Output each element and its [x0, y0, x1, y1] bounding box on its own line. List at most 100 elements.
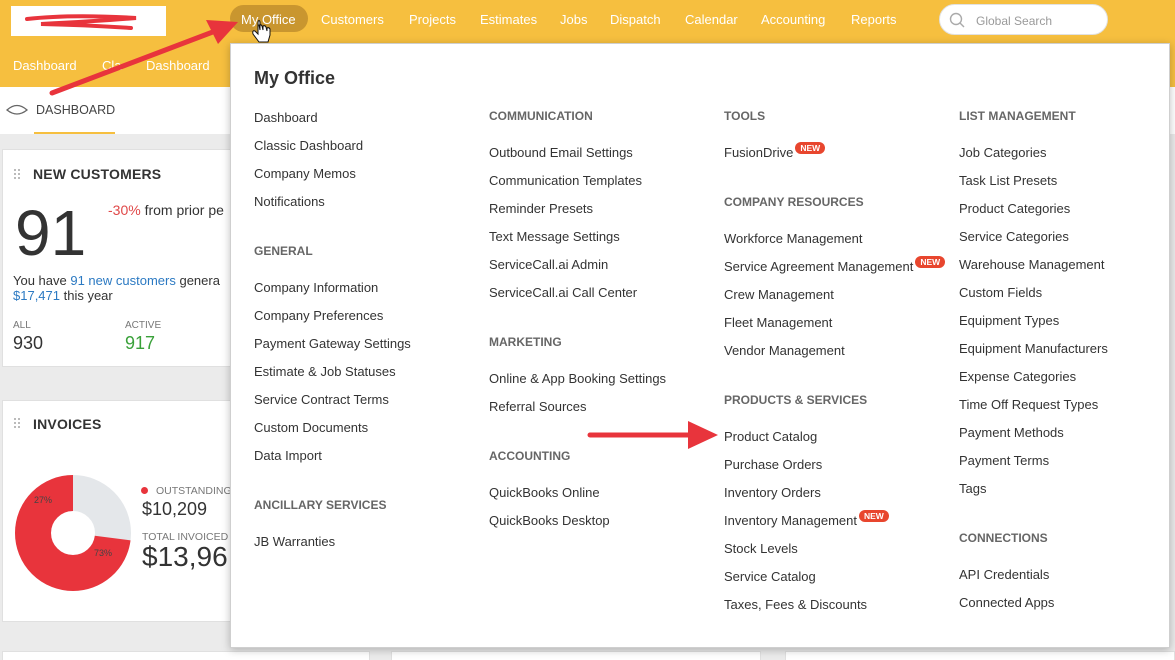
menu-item-workforce-management[interactable]: Workforce Management	[724, 231, 863, 246]
tab-dashboard[interactable]: DASHBOARD	[0, 87, 115, 134]
menu-item-time-off-request-types[interactable]: Time Off Request Types	[959, 397, 1098, 412]
menu-item-stock-levels[interactable]: Stock Levels	[724, 541, 798, 556]
nav-projects[interactable]: Projects	[409, 0, 456, 38]
menu-item-task-list-presets[interactable]: Task List Presets	[959, 173, 1057, 188]
menu-item-dashboard[interactable]: Dashboard	[254, 110, 318, 125]
menu-item-fleet-management[interactable]: Fleet Management	[724, 315, 832, 330]
drag-handle-icon[interactable]	[14, 169, 22, 181]
nav-estimates[interactable]: Estimates	[480, 0, 537, 38]
nav-reports[interactable]: Reports	[851, 0, 897, 38]
nav-customers[interactable]: Customers	[321, 0, 384, 38]
nav-calendar[interactable]: Calendar	[685, 0, 738, 38]
nav-jobs-label: Jobs	[560, 11, 588, 27]
menu-item-company-memos[interactable]: Company Memos	[254, 166, 356, 181]
nav-dispatch-label: Dispatch	[610, 11, 661, 27]
nav-jobs[interactable]: Jobs	[560, 0, 587, 38]
menu-item-custom-fields[interactable]: Custom Fields	[959, 285, 1042, 300]
my-office-dropdown: My Office Dashboard Classic Dashboard Co…	[230, 43, 1170, 648]
menu-item-vendor-management[interactable]: Vendor Management	[724, 343, 845, 358]
menu-item-inventory-management[interactable]: Inventory Management NEW	[724, 510, 889, 528]
card-title: INVOICES	[33, 416, 102, 432]
global-search-input[interactable]: Global Search	[939, 4, 1108, 35]
menu-item-referral-sources[interactable]: Referral Sources	[489, 399, 587, 414]
menu-item-classic-dashboard[interactable]: Classic Dashboard	[254, 138, 363, 153]
menu-item-company-preferences[interactable]: Company Preferences	[254, 308, 383, 323]
menu-heading-products-services: PRODUCTS & SERVICES	[724, 393, 868, 407]
menu-item-inventory-orders[interactable]: Inventory Orders	[724, 485, 821, 500]
menu-item-tags[interactable]: Tags	[959, 481, 986, 496]
revenue-summary: $17,471 this year	[13, 288, 113, 303]
menu-title: My Office	[254, 68, 336, 88]
nav-dispatch[interactable]: Dispatch	[610, 0, 661, 38]
menu-item-outbound-email-settings[interactable]: Outbound Email Settings	[489, 145, 633, 160]
menu-item-online-app-booking-settings[interactable]: Online & App Booking Settings	[489, 371, 666, 386]
outstanding-legend-dot	[141, 487, 148, 494]
menu-item-service-categories[interactable]: Service Categories	[959, 229, 1069, 244]
outstanding-value: $10,209	[142, 499, 208, 519]
menu-item-taxes-fees-discounts[interactable]: Taxes, Fees & Discounts	[724, 597, 867, 612]
menu-item-payment-methods[interactable]: Payment Methods	[959, 425, 1064, 440]
menu-item-jb-warranties[interactable]: JB Warranties	[254, 534, 335, 549]
company-logo[interactable]	[11, 6, 166, 36]
redacted-logo-scribble	[25, 14, 137, 30]
nav-my-office-label: My Office	[241, 11, 296, 27]
menu-item-purchase-orders[interactable]: Purchase Orders	[724, 457, 822, 472]
card-title: NEW CUSTOMERS	[33, 166, 162, 182]
nav-reports-label: Reports	[851, 11, 897, 27]
menu-item-text-message-settings[interactable]: Text Message Settings	[489, 229, 620, 244]
menu-item-equipment-types[interactable]: Equipment Types	[959, 313, 1059, 328]
menu-item-servicecall-admin[interactable]: ServiceCall.ai Admin	[489, 257, 608, 272]
nav-my-office[interactable]: My Office	[241, 0, 296, 38]
all-value: 930	[13, 333, 44, 353]
menu-item-product-categories[interactable]: Product Categories	[959, 201, 1070, 216]
menu-item-fusiondrive[interactable]: FusionDrive NEW	[724, 142, 826, 160]
new-customers-link[interactable]: 91 new customers	[70, 273, 176, 288]
menu-item-equipment-manufacturers[interactable]: Equipment Manufacturers	[959, 341, 1108, 356]
subnav-classic-dashboard-tail[interactable]: Dashboard	[146, 58, 210, 73]
outstanding-label: OUTSTANDING	[156, 485, 232, 497]
menu-item-payment-gateway-settings[interactable]: Payment Gateway Settings	[254, 336, 411, 351]
total-invoiced-value: $13,96	[142, 541, 228, 572]
menu-item-service-agreement-management[interactable]: Service Agreement Management NEW	[724, 256, 946, 274]
menu-item-servicecall-call-center[interactable]: ServiceCall.ai Call Center	[489, 285, 637, 300]
menu-heading-accounting: ACCOUNTING	[489, 449, 571, 463]
menu-item-expense-categories[interactable]: Expense Categories	[959, 369, 1076, 384]
menu-item-warehouse-management[interactable]: Warehouse Management	[959, 257, 1105, 272]
menu-item-crew-management[interactable]: Crew Management	[724, 287, 834, 302]
search-icon	[949, 12, 965, 28]
tab-dashboard-label: DASHBOARD	[36, 103, 116, 117]
menu-item-company-information[interactable]: Company Information	[254, 280, 378, 295]
menu-heading-ancillary-services: ANCILLARY SERVICES	[254, 498, 387, 512]
menu-item-service-catalog[interactable]: Service Catalog	[724, 569, 816, 584]
menu-item-estimate-job-statuses[interactable]: Estimate & Job Statuses	[254, 364, 396, 379]
search-placeholder: Global Search	[976, 14, 1053, 28]
nav-accounting-label: Accounting	[761, 11, 826, 27]
menu-item-data-import[interactable]: Data Import	[254, 448, 322, 463]
menu-item-connected-apps[interactable]: Connected Apps	[959, 595, 1054, 610]
nav-accounting[interactable]: Accounting	[761, 0, 825, 38]
subnav-dashboard[interactable]: Dashboard	[13, 58, 77, 73]
subnav-classic-dashboard[interactable]: Cla	[102, 58, 122, 73]
new-customers-count: 91	[15, 197, 87, 269]
menu-item-product-catalog[interactable]: Product Catalog	[724, 429, 817, 444]
menu-item-reminder-presets[interactable]: Reminder Presets	[489, 201, 593, 216]
active-value: 917	[125, 333, 156, 353]
drag-handle-icon[interactable]	[14, 418, 22, 430]
tab-active-underline	[34, 132, 115, 134]
invoices-donut-chart: 27% 73%	[15, 475, 131, 591]
summary-text-tail: genera	[175, 273, 220, 288]
menu-item-payment-terms[interactable]: Payment Terms	[959, 453, 1049, 468]
menu-heading-general: GENERAL	[254, 244, 313, 258]
change-text: from prior pe	[140, 202, 224, 218]
menu-item-quickbooks-online[interactable]: QuickBooks Online	[489, 485, 600, 500]
menu-item-quickbooks-desktop[interactable]: QuickBooks Desktop	[489, 513, 610, 528]
menu-item-custom-documents[interactable]: Custom Documents	[254, 420, 368, 435]
menu-item-notifications[interactable]: Notifications	[254, 194, 325, 209]
menu-item-service-contract-terms[interactable]: Service Contract Terms	[254, 392, 389, 407]
revenue-amount: $17,471	[13, 288, 60, 303]
new-customers-summary: You have 91 new customers genera	[13, 273, 220, 288]
menu-item-communication-templates[interactable]: Communication Templates	[489, 173, 642, 188]
menu-item-api-credentials[interactable]: API Credentials	[959, 567, 1049, 582]
change-vs-prior: -30% from prior pe	[108, 202, 224, 218]
menu-item-job-categories[interactable]: Job Categories	[959, 145, 1046, 160]
